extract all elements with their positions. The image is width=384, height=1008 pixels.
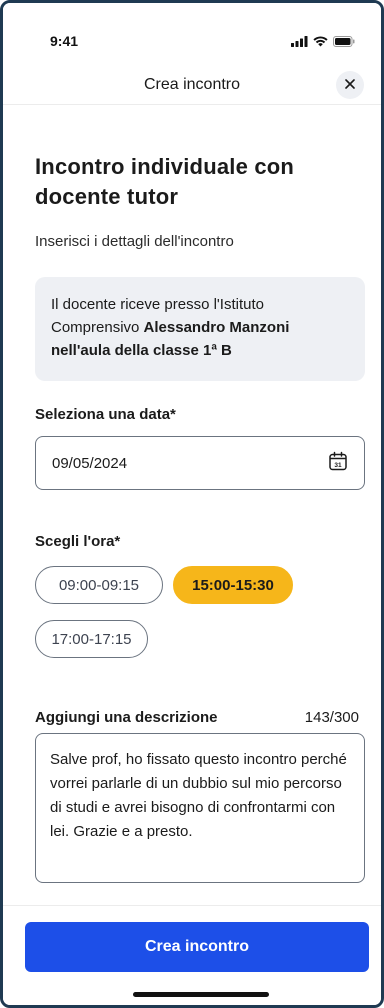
calendar-icon[interactable]: 31 — [328, 451, 348, 475]
time-slot-1500-selected[interactable]: 15:00-15:30 — [173, 566, 293, 604]
date-field[interactable]: 09/05/2024 31 — [35, 436, 365, 490]
description-label: Aggiungi una descrizione — [35, 709, 218, 726]
nav-bar: Crea incontro — [3, 63, 381, 105]
create-meeting-button[interactable]: Crea incontro — [25, 922, 369, 972]
page-subtitle: Inserisci i dettagli dell'incontro — [35, 233, 234, 250]
signal-icon — [291, 34, 308, 52]
date-value: 09/05/2024 — [52, 454, 128, 472]
close-button[interactable] — [336, 71, 364, 99]
battery-icon — [333, 34, 355, 52]
wifi-icon — [313, 34, 328, 52]
status-icons — [291, 34, 355, 52]
app-frame: 9:41 Crea incontro Incontro individuale … — [0, 0, 384, 1008]
status-bar: 9:41 — [3, 3, 381, 63]
time-slot-0900[interactable]: 09:00-09:15 — [35, 566, 163, 604]
info-box: Il docente riceve presso l'Istituto Comp… — [35, 277, 365, 381]
home-indicator — [133, 992, 269, 997]
status-time: 9:41 — [50, 33, 79, 49]
footer-bar: Crea incontro — [3, 905, 381, 1005]
close-icon — [345, 76, 355, 94]
svg-text:31: 31 — [334, 462, 342, 469]
page-title: Incontro individuale con docente tutor — [35, 154, 295, 209]
time-label: Scegli l'ora* — [35, 533, 121, 550]
time-slot-1700[interactable]: 17:00-17:15 — [35, 620, 148, 658]
description-textarea[interactable]: Salve prof, ho fissato questo incontro p… — [35, 733, 365, 883]
nav-title: Crea incontro — [143, 76, 241, 93]
character-counter: 143/300 — [304, 709, 359, 726]
date-label: Seleziona una data* — [35, 406, 176, 423]
